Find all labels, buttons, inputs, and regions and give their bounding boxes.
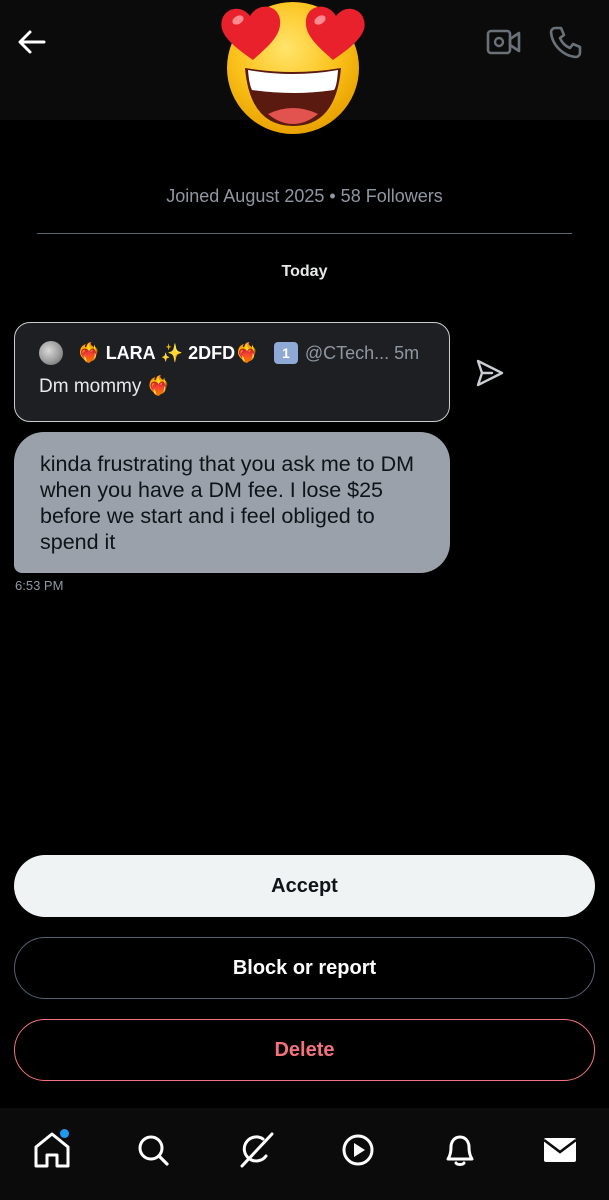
shared-post-header: ❤️‍🔥 LARA ✨ 2DFD❤️‍🔥 1 @CTech... 5m — [77, 341, 445, 365]
video-play-icon[interactable] — [334, 1126, 382, 1174]
accept-button-label: Accept — [271, 874, 338, 897]
shared-post-text: Dm mommy ❤️‍🔥 — [39, 374, 170, 398]
heart-on-fire-emoji: ❤️‍🔥 — [235, 343, 259, 364]
avatar — [39, 341, 63, 365]
search-icon[interactable] — [129, 1126, 177, 1174]
message-bubble[interactable]: kinda frustrating that you ask me to DM … — [14, 432, 450, 573]
divider — [37, 233, 572, 234]
message-text: kinda frustrating that you ask me to DM … — [40, 452, 415, 554]
shared-post-card[interactable]: ❤️‍🔥 LARA ✨ 2DFD❤️‍🔥 1 @CTech... 5m Dm m… — [14, 322, 450, 422]
keycap-one-badge: 1 — [273, 342, 298, 364]
send-share-icon[interactable] — [472, 356, 506, 390]
grok-icon[interactable] — [232, 1126, 280, 1174]
sparkles-emoji: ✨ — [160, 343, 184, 363]
delete-button[interactable]: Delete — [14, 1019, 595, 1081]
message-timestamp: 6:53 PM — [15, 578, 64, 593]
home-icon[interactable] — [28, 1126, 76, 1174]
delete-button-label: Delete — [274, 1038, 335, 1061]
block-or-report-label: Block or report — [232, 956, 377, 979]
phone-icon[interactable] — [546, 22, 586, 62]
author-handle: @CTech... — [304, 343, 390, 363]
author-name: LARA — [105, 343, 156, 363]
profile-joined-followers: Joined August 2025 • 58 Followers — [166, 186, 443, 206]
accept-button[interactable]: Accept — [14, 855, 595, 917]
unread-indicator — [60, 1129, 69, 1138]
post-time: 5m — [394, 343, 420, 363]
back-arrow-icon[interactable] — [14, 24, 50, 60]
notifications-bell-icon[interactable] — [436, 1126, 484, 1174]
shared-post-body: Dm mommy — [39, 376, 142, 397]
day-separator: Today — [281, 263, 328, 280]
heart-on-fire-emoji: ❤️‍🔥 — [77, 343, 101, 364]
author-name-suffix: 2DFD — [188, 343, 236, 363]
messages-envelope-icon[interactable] — [536, 1126, 584, 1174]
heart-eyes-emoji-overlay — [208, 0, 378, 138]
video-call-icon[interactable] — [484, 22, 524, 62]
block-or-report-button[interactable]: Block or report — [14, 937, 595, 999]
conversation-header: M nch — [0, 0, 609, 134]
dm-request-screen: M nch — [0, 0, 609, 1200]
heart-on-fire-emoji: ❤️‍🔥 — [146, 376, 171, 397]
bottom-navigation — [0, 1108, 609, 1200]
